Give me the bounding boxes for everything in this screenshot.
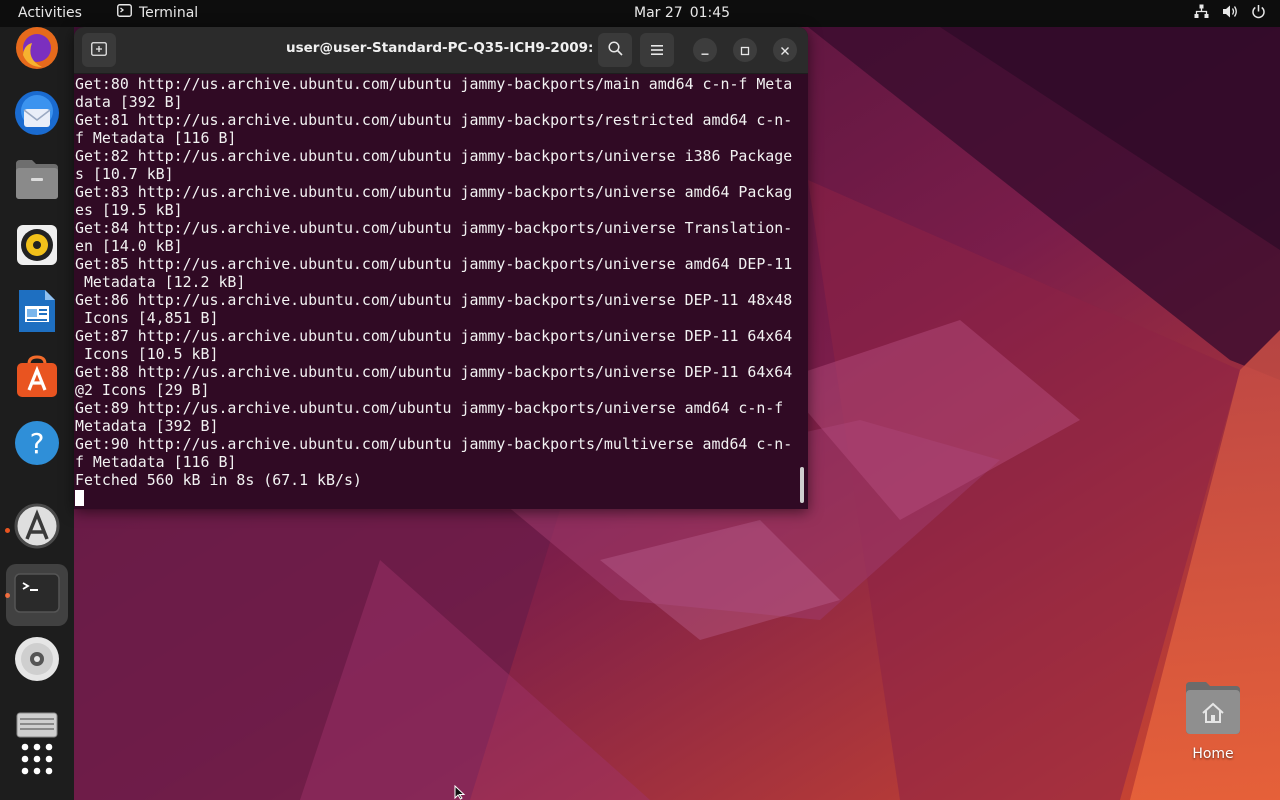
terminal-line: Get:89 http://us.archive.ubuntu.com/ubun… [75, 399, 784, 417]
maximize-button[interactable] [733, 38, 757, 62]
updater-icon [14, 503, 60, 553]
volume-icon[interactable] [1222, 4, 1238, 19]
search-icon [607, 40, 623, 60]
terminal-line: @2 Icons [29 B] [75, 381, 210, 399]
clock-date: Mar 27 [634, 5, 683, 21]
terminal-line: Fetched 560 kB in 8s (67.1 kB/s) [75, 471, 362, 489]
minimize-button[interactable] [693, 38, 717, 62]
app-menu-label: Terminal [139, 4, 199, 21]
show-applications-button[interactable] [6, 730, 68, 792]
app-menu[interactable]: Terminal [117, 4, 198, 21]
svg-text:?: ? [30, 427, 45, 460]
terminal-scrollbar[interactable] [800, 467, 804, 503]
terminal-line: Get:83 http://us.archive.ubuntu.com/ubun… [75, 183, 793, 201]
terminal-line: data [392 B] [75, 93, 183, 111]
terminal-line: Get:82 http://us.archive.ubuntu.com/ubun… [75, 147, 793, 165]
clock-time: 01:45 [689, 5, 731, 21]
dock-software-updater[interactable] [6, 497, 68, 559]
terminal-line: Icons [10.5 kB] [75, 345, 219, 363]
writer-icon [17, 288, 57, 338]
terminal-line: en [14.0 kB] [75, 237, 183, 255]
close-button[interactable] [773, 38, 797, 62]
disc-icon [14, 636, 60, 686]
dock-firefox[interactable] [6, 19, 68, 81]
terminal-line: es [19.5 kB] [75, 201, 183, 219]
mouse-pointer-icon [454, 784, 466, 800]
terminal-line: f Metadata [116 B] [75, 453, 237, 471]
minimize-icon [700, 41, 710, 60]
terminal-small-icon [117, 4, 132, 21]
terminal-line: Get:84 http://us.archive.ubuntu.com/ubun… [75, 219, 793, 237]
menu-button[interactable] [640, 33, 674, 67]
files-icon [14, 158, 60, 204]
terminal-line: Get:88 http://us.archive.ubuntu.com/ubun… [75, 363, 793, 381]
top-bar: Activities Terminal Mar 27 01:45 [0, 0, 1280, 27]
terminal-line: Metadata [12.2 kB] [75, 273, 246, 291]
terminal-headerbar[interactable]: user@user-Standard-PC-Q35-ICH9-2009: ~ [74, 27, 808, 74]
power-icon[interactable] [1251, 4, 1266, 19]
terminal-line: Get:80 http://us.archive.ubuntu.com/ubun… [75, 75, 793, 93]
terminal-line: Get:87 http://us.archive.ubuntu.com/ubun… [75, 327, 793, 345]
terminal-window[interactable]: user@user-Standard-PC-Q35-ICH9-2009: ~ G… [74, 27, 808, 509]
hamburger-menu-icon [650, 41, 664, 60]
maximize-icon [740, 41, 750, 60]
rhythmbox-icon [15, 223, 59, 271]
terminal-line: f Metadata [116 B] [75, 129, 237, 147]
home-folder-icon [1184, 680, 1242, 740]
new-tab-button[interactable] [82, 33, 116, 67]
close-icon [780, 41, 790, 60]
help-icon: ? [14, 420, 60, 470]
thunderbird-icon [13, 89, 61, 141]
app-grid-icon [20, 742, 54, 780]
dock-writer[interactable] [6, 282, 68, 344]
search-button[interactable] [598, 33, 632, 67]
terminal-line: Get:81 http://us.archive.ubuntu.com/ubun… [75, 111, 793, 129]
firefox-icon [14, 25, 60, 75]
dock-help[interactable]: ? [6, 414, 68, 476]
clock[interactable]: Mar 27 01:45 [634, 5, 730, 21]
desktop-home-label: Home [1192, 746, 1234, 762]
dock-files[interactable] [6, 150, 68, 212]
terminal-line: Icons [4,851 B] [75, 309, 219, 327]
terminal-cursor [75, 490, 84, 506]
terminal-line: Get:86 http://us.archive.ubuntu.com/ubun… [75, 291, 793, 309]
dock: ? [0, 27, 74, 800]
software-icon [14, 354, 60, 404]
window-title: user@user-Standard-PC-Q35-ICH9-2009: ~ [286, 40, 610, 56]
terminal-line: Get:90 http://us.archive.ubuntu.com/ubun… [75, 435, 793, 453]
dock-terminal[interactable] [6, 564, 68, 626]
network-icon[interactable] [1194, 4, 1209, 19]
terminal-line: Metadata [392 B] [75, 417, 219, 435]
desktop-home-folder[interactable]: Home [1170, 680, 1256, 770]
dock-disc[interactable] [6, 630, 68, 692]
dock-thunderbird[interactable] [6, 84, 68, 146]
terminal-output[interactable]: Get:80 http://us.archive.ubuntu.com/ubun… [75, 75, 797, 507]
new-tab-icon [91, 41, 107, 60]
system-tray[interactable] [1194, 4, 1266, 19]
terminal-line: s [10.7 kB] [75, 165, 174, 183]
dock-rhythmbox[interactable] [6, 216, 68, 278]
terminal-line: Get:85 http://us.archive.ubuntu.com/ubun… [75, 255, 793, 273]
dock-ubuntu-software[interactable] [6, 348, 68, 410]
terminal-icon [14, 573, 60, 617]
